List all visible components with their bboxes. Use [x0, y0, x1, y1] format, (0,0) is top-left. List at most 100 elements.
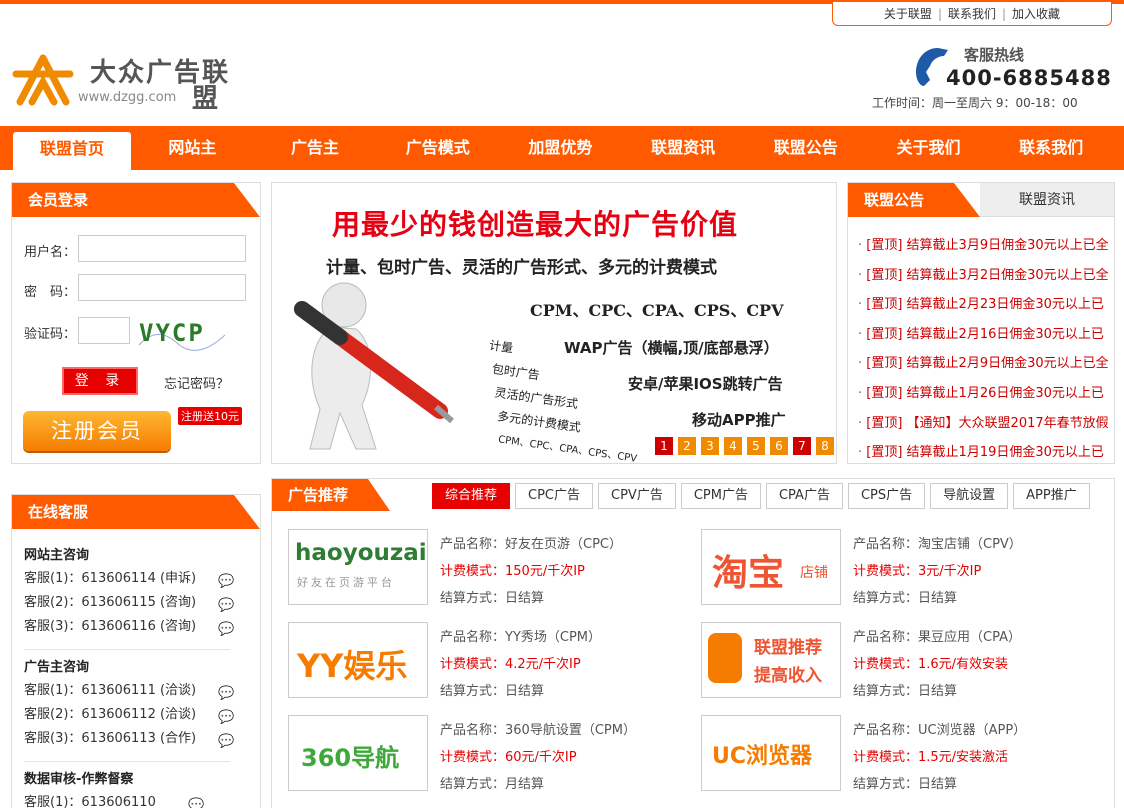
banner-page-5[interactable]: 5 — [747, 437, 765, 455]
contact-link[interactable]: 联系我们 — [942, 5, 1002, 22]
bookmark-link[interactable]: 加入收藏 — [1006, 5, 1066, 22]
service-row: 客服(3)：613606113 (合作) 💬 — [24, 727, 246, 751]
banner-page-4[interactable]: 4 — [724, 437, 742, 455]
nav-advantages[interactable]: 加盟优势 — [499, 126, 622, 170]
haoyouzai-logo[interactable]: haoyouzai 好友在页游平台 — [288, 529, 428, 605]
login-title: 会员登录 — [12, 183, 260, 217]
settlement-method: 结算方式：日结算 — [853, 591, 958, 606]
list-item[interactable]: · [置顶] 结算截止1月19日佣金30元以上已 — [858, 442, 1116, 472]
qq-chat-icon[interactable]: 💬 — [218, 682, 242, 701]
tab-cpv[interactable]: CPV广告 — [598, 483, 676, 509]
announcement-text[interactable]: [置顶] 结算截止1月19日佣金30元以上已 — [866, 445, 1104, 460]
captcha-image[interactable]: VYCP — [137, 315, 229, 355]
tab-cpm[interactable]: CPM广告 — [680, 483, 761, 509]
banner-page-1[interactable]: 1 — [655, 437, 673, 455]
banner-page-6[interactable]: 6 — [770, 437, 788, 455]
announcement-text[interactable]: [置顶] 结算截止1月26日佣金30元以上已 — [866, 386, 1104, 401]
password-label: 密 码： — [24, 285, 77, 300]
list-item[interactable]: · [置顶] 结算截止3月2日佣金30元以上已全 — [858, 265, 1116, 295]
banner-page-8[interactable]: 8 — [816, 437, 834, 455]
about-link[interactable]: 关于联盟 — [878, 5, 938, 22]
nav-contact[interactable]: 联系我们 — [990, 126, 1113, 170]
announcement-text[interactable]: [置顶] 结算截止2月9日佣金30元以上已全 — [866, 356, 1108, 371]
qq-chat-icon[interactable]: 💬 — [218, 706, 242, 725]
qq-chat-icon[interactable]: 💬 — [218, 594, 242, 613]
qq-chat-icon[interactable]: 💬 — [218, 570, 242, 589]
union-recommend-logo[interactable]: 联盟推荐 提高收入 — [701, 622, 841, 698]
qq-chat-icon[interactable]: 💬 — [218, 730, 242, 749]
360-nav-logo[interactable]: 360导航 — [288, 715, 428, 791]
list-item[interactable]: · [置顶] 结算截止3月9日佣金30元以上已全 — [858, 235, 1116, 265]
list-item[interactable]: · [置顶] 【通知】大众联盟2017年春节放假 — [858, 413, 1116, 443]
announcement-text[interactable]: [置顶] 结算截止2月16日佣金30元以上已 — [866, 327, 1104, 342]
main-nav: 联盟首页 网站主 广告主 广告模式 加盟优势 联盟资讯 联盟公告 关于我们 联系… — [0, 126, 1124, 170]
logo-url: www.dzgg.com — [78, 90, 177, 105]
list-item[interactable]: · [置顶] 结算截止1月26日佣金30元以上已 — [858, 383, 1116, 413]
nav-publisher[interactable]: 网站主 — [131, 126, 254, 170]
list-item[interactable]: · [置顶] 结算截止2月9日佣金30元以上已全 — [858, 353, 1116, 383]
announcement-text[interactable]: [置顶] 结算截止3月2日佣金30元以上已全 — [866, 268, 1108, 283]
tab-app[interactable]: APP推广 — [1013, 483, 1090, 509]
tab-nav-setup[interactable]: 导航设置 — [930, 483, 1009, 509]
ad-card[interactable]: 360导航 产品名称：360导航设置（CPM） 计费模式：60元/千次IP 结算… — [288, 715, 678, 797]
username-input[interactable] — [78, 235, 246, 262]
username-label: 用户名： — [24, 245, 77, 260]
register-button[interactable]: 注册会员 — [23, 411, 171, 451]
ad-card[interactable]: 淘宝 店铺 产品名称：淘宝店铺（CPV） 计费模式：3元/千次IP 结算方式：日… — [701, 529, 1091, 611]
list-item[interactable]: · [置顶] 结算截止2月16日佣金30元以上已 — [858, 324, 1116, 354]
logo-name-tail: 盟 — [192, 84, 219, 114]
register-bonus-badge: 注册送10元 — [178, 407, 242, 425]
ad-tabs: 综合推荐 CPC广告 CPV广告 CPM广告 CPA广告 CPS广告 导航设置 … — [432, 483, 1095, 509]
ad-card[interactable]: YY娱乐 产品名称：YY秀场（CPM） 计费模式：4.2元/千次IP 结算方式：… — [288, 622, 678, 704]
nav-home[interactable]: 联盟首页 — [13, 132, 131, 170]
tab-cps[interactable]: CPS广告 — [847, 483, 926, 509]
tab-cpc[interactable]: CPC广告 — [515, 483, 594, 509]
forgot-password-link[interactable]: 忘记密码？ — [164, 373, 229, 392]
nav-about[interactable]: 关于我们 — [867, 126, 990, 170]
banner-title: 用最少的钱创造最大的广告价值 — [332, 208, 739, 241]
yy-logo[interactable]: YY娱乐 — [288, 622, 428, 698]
divider — [24, 649, 230, 650]
hero-banner[interactable]: 用最少的钱创造最大的广告价值 计量、包时广告、灵活的广告形式、多元的计费模式 C… — [271, 182, 837, 464]
site-logo[interactable]: 大众广告联 www.dzgg.com 盟 — [12, 48, 232, 114]
banner-page-2[interactable]: 2 — [678, 437, 696, 455]
service-group-head: 网站主咨询 — [24, 548, 90, 563]
qq-chat-icon[interactable]: 💬 — [218, 618, 242, 637]
billing-mode: 计费模式：1.5元/安装激活 — [853, 750, 1009, 765]
qq-chat-icon[interactable]: 💬 — [188, 794, 212, 808]
nav-ad-modes[interactable]: 广告模式 — [376, 126, 499, 170]
captcha-input[interactable] — [78, 317, 130, 344]
service-group: 广告主咨询 客服(1)：613606111 (洽谈) 💬 客服(2)：613606… — [24, 657, 246, 751]
list-item[interactable]: · [置顶] 结算截止2月23日佣金30元以上已 — [858, 294, 1116, 324]
taobao-logo[interactable]: 淘宝 店铺 — [701, 529, 841, 605]
hotline: 客服热线 400-6885488 工作时间：周一至周六 9：00-18：00 — [872, 42, 1112, 112]
nav-news[interactable]: 联盟资讯 — [622, 126, 745, 170]
billing-mode: 计费模式：3元/千次IP — [853, 564, 982, 579]
banner-line-3: 安卓/苹果IOS跳转广告 — [628, 375, 783, 393]
password-input[interactable] — [78, 274, 246, 301]
nav-advertiser[interactable]: 广告主 — [254, 126, 377, 170]
product-name: 产品名称：好友在页游（CPC） — [440, 537, 622, 552]
settlement-method: 结算方式：日结算 — [853, 684, 958, 699]
online-service-panel: 在线客服 网站主咨询 客服(1)：613606114 (申诉) 💬 客服(2)：6… — [11, 494, 261, 808]
ad-info: 产品名称：好友在页游（CPC） 计费模式：150元/千次IP 结算方式：日结算 — [440, 531, 622, 612]
announcement-text[interactable]: [置顶] 结算截止2月23日佣金30元以上已 — [866, 297, 1104, 312]
banner-page-3[interactable]: 3 — [701, 437, 719, 455]
announcement-list: · [置顶] 结算截止3月9日佣金30元以上已全 · [置顶] 结算截止3月2日… — [858, 235, 1116, 472]
uc-browser-logo[interactable]: UC浏览器 — [701, 715, 841, 791]
ad-card[interactable]: UC浏览器 产品名称：UC浏览器（APP） 计费模式：1.5元/安装激活 结算方… — [701, 715, 1091, 797]
banner-page-7[interactable]: 7 — [793, 437, 811, 455]
nav-announcements[interactable]: 联盟公告 — [744, 126, 867, 170]
ad-card[interactable]: 联盟推荐 提高收入 产品名称：果豆应用（CPA） 计费模式：1.6元/有效安装 … — [701, 622, 1091, 704]
login-button[interactable]: 登 录 — [62, 367, 138, 395]
tab-featured[interactable]: 综合推荐 — [432, 483, 511, 509]
tab-announcements[interactable]: 联盟公告 — [848, 183, 980, 217]
ad-recommend-title: 广告推荐 — [272, 479, 390, 511]
checklist: 计量 包时广告 灵活的广告形式 多元的计费模式 CPM、CPC、CPA、CPS、… — [475, 334, 652, 463]
announcement-text[interactable]: [置顶] 结算截止3月9日佣金30元以上已全 — [866, 238, 1108, 253]
ad-card[interactable]: haoyouzai 好友在页游平台 产品名称：好友在页游（CPC） 计费模式：1… — [288, 529, 678, 611]
announcement-text[interactable]: [置顶] 【通知】大众联盟2017年春节放假 — [866, 416, 1108, 431]
hotline-title: 客服热线 — [964, 46, 1025, 64]
tab-cpa[interactable]: CPA广告 — [765, 483, 843, 509]
tab-news[interactable]: 联盟资讯 — [980, 183, 1114, 217]
